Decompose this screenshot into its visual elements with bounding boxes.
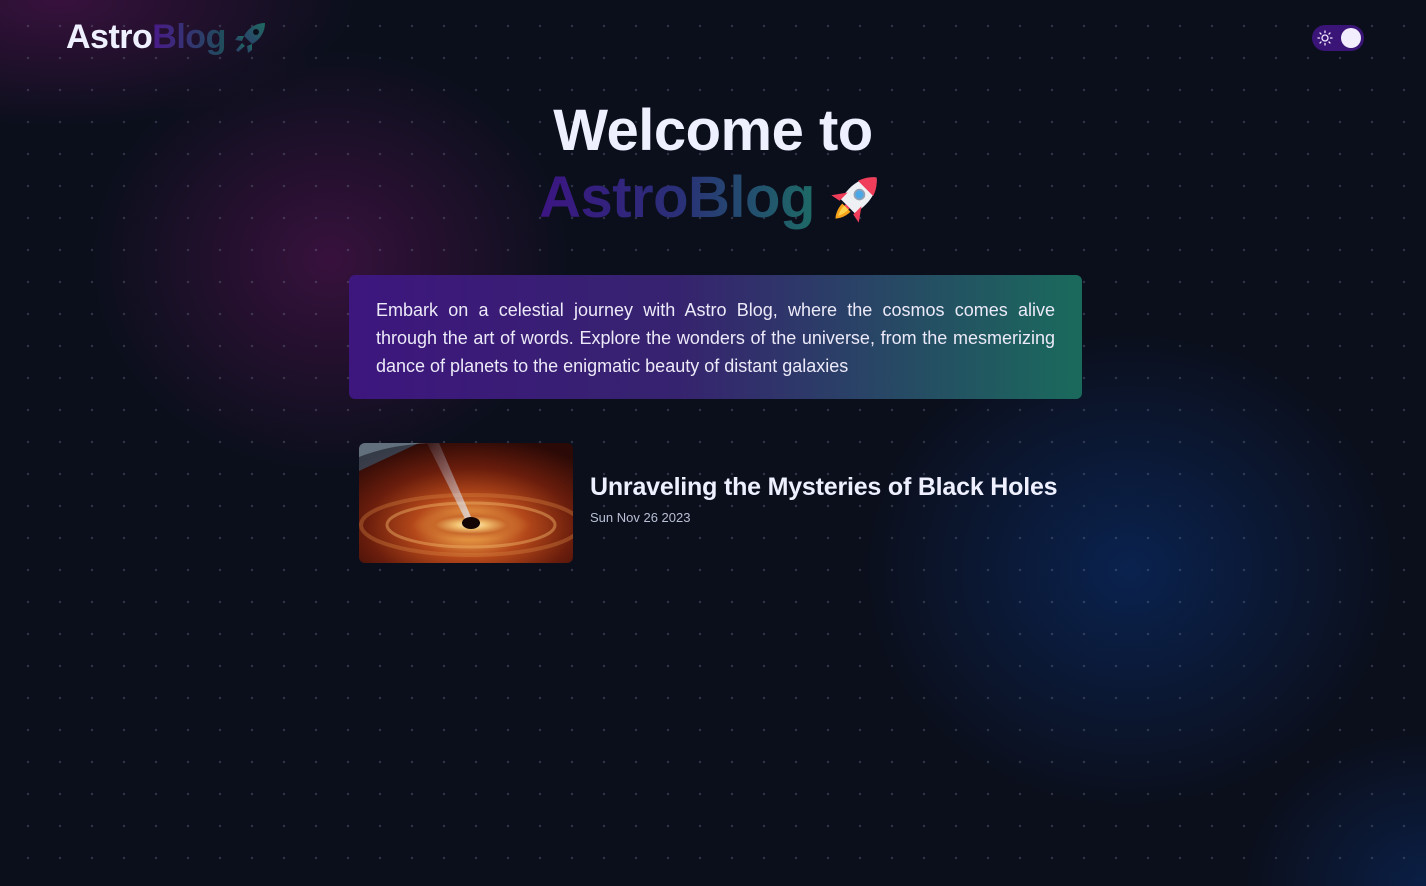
rocket-emoji-icon xyxy=(831,177,877,223)
logo-text-astro: Astro xyxy=(66,18,153,56)
theme-toggle[interactable] xyxy=(1312,25,1364,51)
site-logo[interactable]: Astro Blog xyxy=(66,18,268,57)
hero-brand-text: AstroBlog xyxy=(539,165,815,230)
toggle-knob xyxy=(1341,28,1361,48)
sun-icon xyxy=(1317,30,1333,46)
post-date: Sun Nov 26 2023 xyxy=(590,510,691,525)
logo-text-blog: Blog xyxy=(152,18,226,56)
rocket-icon xyxy=(234,22,265,53)
post-title[interactable]: Unraveling the Mysteries of Black Holes xyxy=(590,471,1058,503)
hero-title-line2: AstroBlog xyxy=(539,166,887,230)
black-hole-image[interactable] xyxy=(359,443,573,563)
hero-heading: Welcome to AstroBlog xyxy=(0,96,1426,230)
site-header: Astro Blog xyxy=(66,18,1364,60)
hero-title-line1: Welcome to xyxy=(553,98,873,163)
post-card[interactable]: Unraveling the Mysteries of Black Holes … xyxy=(359,443,1079,563)
intro-banner: Embark on a celestial journey with Astro… xyxy=(349,275,1082,399)
